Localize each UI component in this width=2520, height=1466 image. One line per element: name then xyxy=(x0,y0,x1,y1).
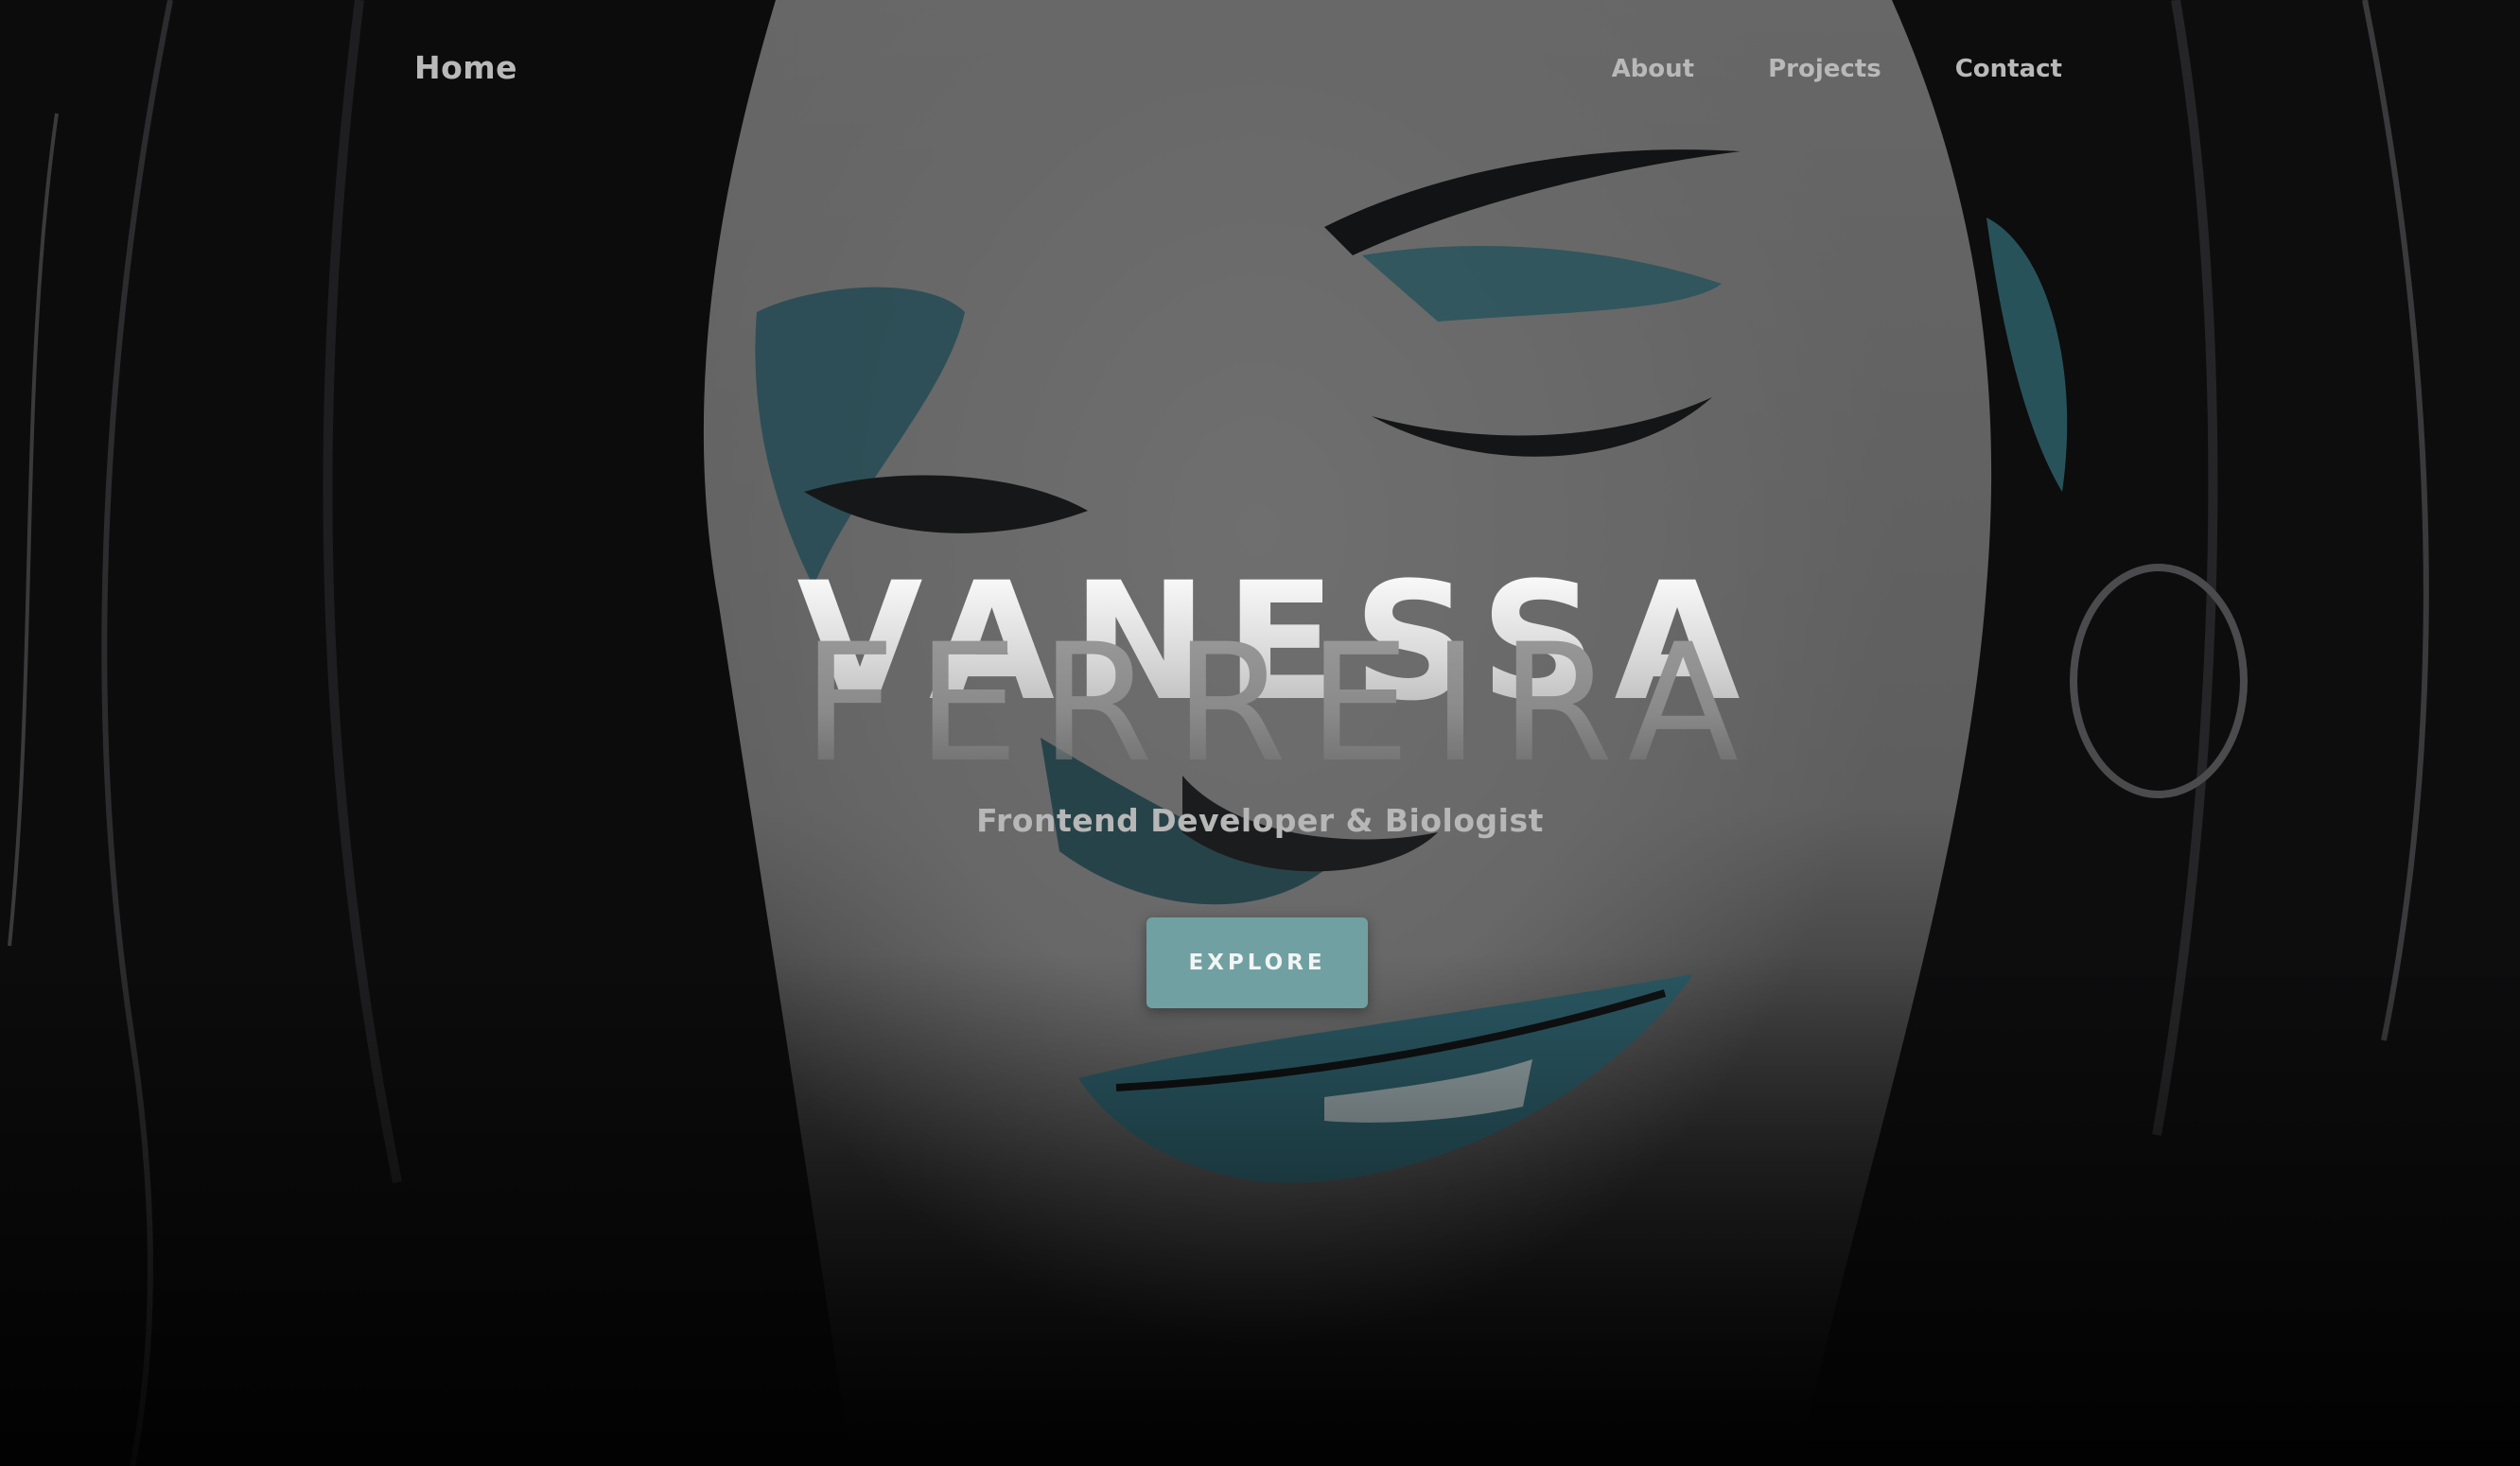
explore-button[interactable]: EXPLORE xyxy=(1146,917,1368,1008)
top-navigation: Home About Projects Contact xyxy=(0,0,2520,142)
nav-links: About Projects Contact xyxy=(1612,55,2062,83)
hero-subtitle: Frontend Developer & Biologist xyxy=(976,802,1544,839)
nav-about-link[interactable]: About xyxy=(1612,55,1695,83)
hero-last-name: FERREIRA xyxy=(0,622,2520,785)
nav-projects-link[interactable]: Projects xyxy=(1768,55,1881,83)
nav-contact-link[interactable]: Contact xyxy=(1955,55,2062,83)
nav-home-link[interactable]: Home xyxy=(414,49,517,86)
landing-page: Home About Projects Contact VANESSA FERR… xyxy=(0,0,2520,1466)
